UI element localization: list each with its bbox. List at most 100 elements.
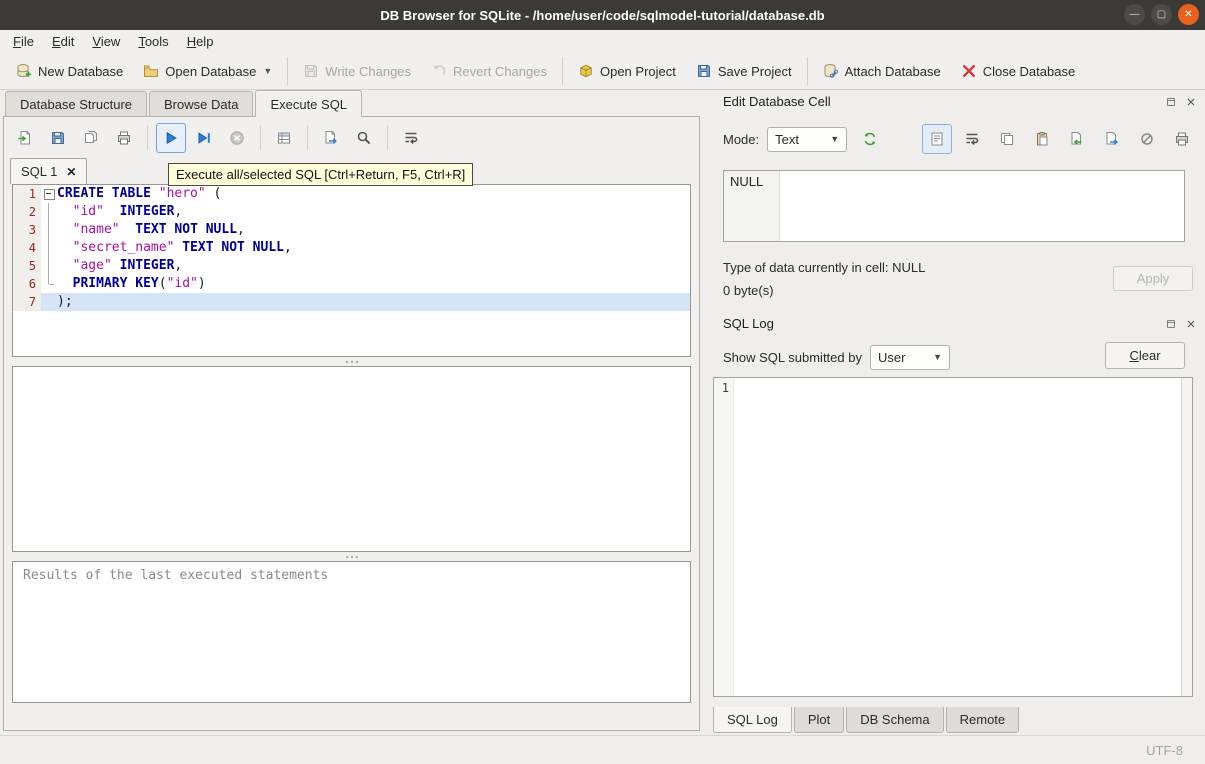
- execute-line-button[interactable]: [189, 123, 219, 153]
- results-grid[interactable]: [12, 366, 691, 552]
- splitter-handle[interactable]: [4, 357, 699, 366]
- import-blob-icon: [1069, 131, 1085, 147]
- tab-sql-log[interactable]: SQL Log: [713, 707, 792, 733]
- word-wrap-button[interactable]: [957, 124, 987, 154]
- minimize-button[interactable]: —: [1124, 4, 1145, 25]
- execute-sql-pane: SQL 1 ✕ 1 CREATE TABLE "hero" (2 "id" INT…: [3, 116, 700, 731]
- sql-tab-close-button[interactable]: ✕: [66, 166, 76, 178]
- cell-content: NULL: [730, 174, 764, 189]
- sql-editor-tab[interactable]: SQL 1 ✕: [10, 158, 88, 184]
- tab-plot[interactable]: Plot: [793, 707, 845, 733]
- copy-icon: [999, 131, 1015, 147]
- mode-select[interactable]: Text ▼: [767, 126, 848, 152]
- new-database-button[interactable]: New Database: [6, 57, 133, 85]
- save-project-button[interactable]: Save Project: [686, 57, 802, 85]
- revert-changes-button[interactable]: Revert Changes: [421, 57, 557, 85]
- execute-all-button[interactable]: [156, 123, 186, 153]
- code-text: CREATE TABLE "hero" (: [57, 186, 222, 201]
- toolbar-separator: [260, 126, 261, 150]
- fold-marker-icon[interactable]: [41, 185, 57, 203]
- scrollbar[interactable]: [1181, 378, 1192, 696]
- encoding-indicator: UTF-8: [1146, 742, 1183, 758]
- dock-close-button[interactable]: [1183, 316, 1199, 332]
- code-text: "id" INTEGER,: [72, 204, 183, 219]
- toolbar-separator: [287, 57, 289, 85]
- dock-float-button[interactable]: [1163, 316, 1179, 332]
- line-number: 7: [13, 293, 41, 311]
- open-database-button[interactable]: Open Database ▼: [133, 57, 282, 85]
- copy-button[interactable]: [992, 124, 1022, 154]
- maximize-button[interactable]: ▢: [1151, 4, 1172, 25]
- open-project-button[interactable]: Open Project: [568, 57, 686, 85]
- execute-all-icon: [163, 130, 179, 146]
- sql-editor-tab-label: SQL 1: [21, 164, 58, 179]
- menu-file[interactable]: File: [4, 31, 43, 52]
- word-wrap-button[interactable]: [396, 123, 426, 153]
- titlebar: DB Browser for SQLite - /home/user/code/…: [0, 0, 1205, 30]
- set-null-button[interactable]: [1132, 124, 1162, 154]
- attach-database-button[interactable]: Attach Database: [813, 57, 951, 85]
- fold-guide: [41, 293, 57, 311]
- code-text: PRIMARY KEY("id"): [72, 276, 206, 291]
- cell-mode-row: Mode: Text ▼: [723, 124, 1197, 154]
- save-sql-file-button[interactable]: [43, 123, 73, 153]
- sql-editor[interactable]: 1 CREATE TABLE "hero" (2 "id" INTEGER, 3 "…: [12, 184, 691, 357]
- clear-log-button[interactable]: Clear: [1105, 342, 1185, 369]
- menu-help[interactable]: Help: [178, 31, 223, 52]
- toolbar-button-label: New Database: [38, 63, 124, 79]
- close-database-icon: [961, 63, 977, 79]
- cell-editor-gutter: NULL: [724, 171, 780, 241]
- sql-log-dock-title: SQL Log: [723, 316, 774, 331]
- save-results-button[interactable]: [269, 123, 299, 153]
- tab-execute-sql[interactable]: Execute SQL: [255, 90, 363, 117]
- close-button[interactable]: ✕: [1178, 4, 1199, 25]
- write-changes-button[interactable]: Write Changes: [293, 57, 421, 85]
- code-text: );: [57, 294, 73, 309]
- menu-edit[interactable]: Edit: [43, 31, 83, 52]
- auto-switch-mode-button[interactable]: [855, 124, 885, 154]
- toolbar-button-label: Open Project: [599, 63, 676, 79]
- find-replace-button[interactable]: [349, 123, 379, 153]
- export-blob-icon: [1104, 131, 1120, 147]
- save-sql-as-icon: [83, 130, 99, 146]
- export-sql-button[interactable]: [316, 123, 346, 153]
- export-sql-icon: [323, 130, 339, 146]
- close-icon: [1185, 318, 1197, 330]
- open-sql-file-button[interactable]: [10, 123, 40, 153]
- splitter-handle[interactable]: [4, 552, 699, 561]
- text-view-button[interactable]: [922, 124, 952, 154]
- tab-db-schema[interactable]: DB Schema: [846, 707, 944, 733]
- save-project-icon: [696, 63, 712, 79]
- revert-changes-icon: [431, 63, 447, 79]
- save-sql-as-button[interactable]: [76, 123, 106, 153]
- find-replace-icon: [356, 130, 372, 146]
- sql-log-filter-select[interactable]: User ▼: [869, 344, 950, 370]
- menu-tools[interactable]: Tools: [129, 31, 177, 52]
- import-blob-button[interactable]: [1062, 124, 1092, 154]
- set-null-icon: [1139, 131, 1155, 147]
- sql-log-view[interactable]: 1: [713, 377, 1193, 697]
- cell-icon-row: [922, 124, 1197, 154]
- editor-line: 7);: [13, 293, 690, 311]
- apply-button[interactable]: Apply: [1113, 266, 1193, 291]
- stop-button[interactable]: [222, 123, 252, 153]
- close-database-button[interactable]: Close Database: [951, 57, 1086, 85]
- results-message-area[interactable]: Results of the last executed statements: [12, 561, 691, 703]
- window-title: DB Browser for SQLite - /home/user/code/…: [380, 7, 825, 23]
- word-wrap-icon: [403, 130, 419, 146]
- tab-browse-data[interactable]: Browse Data: [149, 91, 254, 117]
- editor-line: 5 "age" INTEGER,: [13, 257, 690, 275]
- print-button[interactable]: [1167, 124, 1197, 154]
- tab-remote[interactable]: Remote: [945, 707, 1020, 733]
- tab-database-structure[interactable]: Database Structure: [5, 91, 148, 117]
- export-blob-button[interactable]: [1097, 124, 1127, 154]
- print-button[interactable]: [109, 123, 139, 153]
- main-toolbar: New Database Open Database ▼ Write Changes R…: [0, 53, 1205, 90]
- menu-view[interactable]: View: [83, 31, 129, 52]
- paste-button[interactable]: [1027, 124, 1057, 154]
- dock-float-button[interactable]: [1163, 94, 1179, 110]
- toolbar-button-label: Open Database: [165, 63, 257, 79]
- save-results-icon: [276, 130, 292, 146]
- cell-editor[interactable]: NULL: [723, 170, 1185, 242]
- dock-close-button[interactable]: [1183, 94, 1199, 110]
